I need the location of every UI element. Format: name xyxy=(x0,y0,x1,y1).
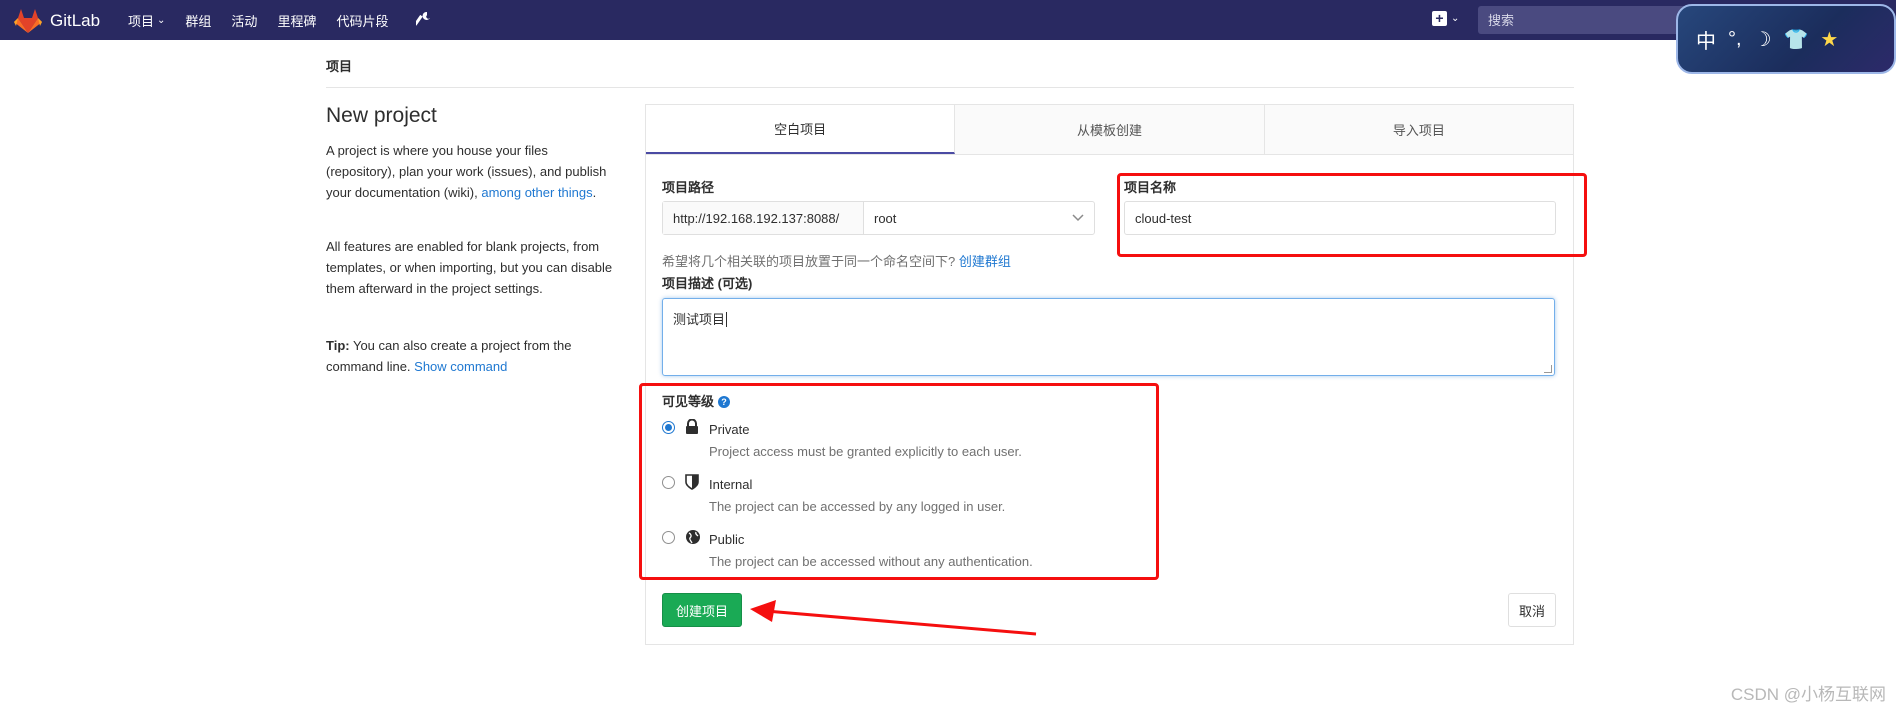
new-dropdown-button[interactable]: + ⌄ xyxy=(1432,11,1459,26)
ime-star-icon[interactable]: ★ xyxy=(1820,27,1838,52)
plus-icon: + xyxy=(1432,11,1447,26)
nav-projects[interactable]: 项目 ⌄ xyxy=(128,11,165,30)
chevron-down-icon: ⌄ xyxy=(1451,13,1460,24)
among-other-things-link[interactable]: among other things xyxy=(481,185,592,200)
project-description-label: 项目描述 (可选) xyxy=(662,276,753,291)
main-nav: 项目 ⌄ 群组 活动 里程碑 代码片段 xyxy=(128,0,408,40)
tip-paragraph: Tip: You can also create a project from … xyxy=(326,335,616,377)
features-paragraph: All features are enabled for blank proje… xyxy=(326,239,613,296)
ime-mode[interactable]: 中 xyxy=(1696,25,1716,54)
create-group-link[interactable]: 创建群组 xyxy=(959,254,1011,269)
breadcrumb-divider xyxy=(326,87,1574,88)
page-title: New project xyxy=(326,104,437,127)
project-path-label: 项目路径 xyxy=(662,180,715,195)
watermark: CSDN @小杨互联网 xyxy=(1730,685,1886,704)
ime-skin-icon[interactable]: 👕 xyxy=(1784,27,1809,52)
brand-name: GitLab xyxy=(50,11,101,30)
project-tabs: 空白项目 从模板创建 导入项目 xyxy=(646,105,1573,155)
nav-activity[interactable]: 活动 xyxy=(231,11,257,30)
nav-projects-label: 项目 xyxy=(128,13,155,29)
text-cursor xyxy=(726,312,728,327)
nav-snippets[interactable]: 代码片段 xyxy=(336,11,388,30)
annotation-box-project-name xyxy=(1117,173,1587,257)
tip-label: Tip: xyxy=(326,338,350,353)
namespace-help: 希望将几个相关联的项目放置于同一个命名空间下? 创建群组 xyxy=(662,251,1011,270)
intro-text-end: . xyxy=(592,185,597,200)
intro-paragraph: A project is where you house your files … xyxy=(326,140,616,203)
annotation-box-visibility xyxy=(639,383,1159,580)
cancel-button[interactable]: 取消 xyxy=(1508,593,1556,627)
ime-toolbar[interactable]: 中 °, ☽ 👕 ★ xyxy=(1676,4,1896,74)
resize-handle[interactable] xyxy=(1544,365,1552,373)
show-command-link[interactable]: Show command xyxy=(414,359,507,374)
ime-moon-icon[interactable]: ☽ xyxy=(1754,27,1772,52)
namespace-value: root xyxy=(874,210,897,226)
annotation-arrow-icon xyxy=(750,600,1037,636)
namespace-select[interactable]: root xyxy=(864,202,1094,234)
tab-import-project[interactable]: 导入项目 xyxy=(1265,105,1573,154)
gitlab-logo[interactable]: GitLab xyxy=(14,8,100,34)
project-path-group: http://192.168.192.137:8088/ root xyxy=(662,201,1095,235)
description-value: 测试项目 xyxy=(673,312,726,327)
gitlab-fox-icon xyxy=(14,9,42,33)
namespace-help-text: 希望将几个相关联的项目放置于同一个命名空间下? xyxy=(662,254,959,269)
chevron-down-icon: ⌄ xyxy=(157,14,166,26)
admin-wrench-icon[interactable] xyxy=(413,11,432,32)
ime-punct-icon[interactable]: °, xyxy=(1728,28,1742,51)
path-prefix: http://192.168.192.137:8088/ xyxy=(663,202,864,234)
top-navbar: GitLab 项目 ⌄ 群组 活动 里程碑 代码片段 + ⌄ xyxy=(0,0,1896,40)
chevron-down-icon xyxy=(1072,211,1084,225)
create-project-button[interactable]: 创建项目 xyxy=(662,593,742,627)
tab-blank-project[interactable]: 空白项目 xyxy=(646,105,956,154)
project-description-textarea[interactable]: 测试项目 xyxy=(662,298,1555,376)
breadcrumb[interactable]: 项目 xyxy=(326,56,352,75)
nav-groups[interactable]: 群组 xyxy=(185,11,211,30)
nav-milestones[interactable]: 里程碑 xyxy=(277,11,316,30)
search-input[interactable] xyxy=(1478,6,1708,34)
tab-from-template[interactable]: 从模板创建 xyxy=(955,105,1265,154)
